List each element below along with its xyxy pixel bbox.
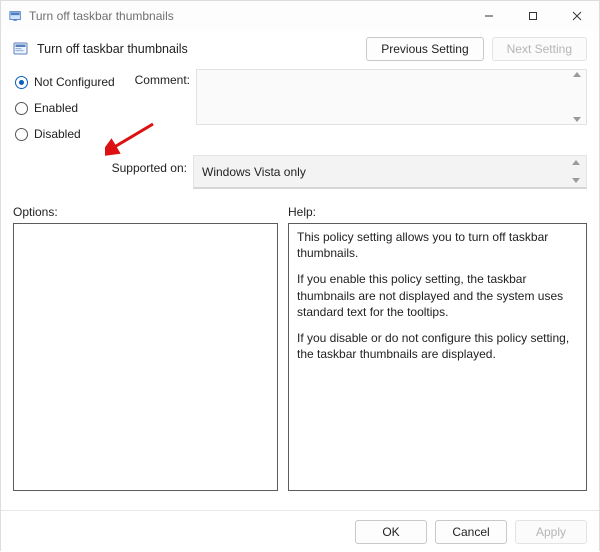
scroll-up-icon bbox=[573, 72, 581, 77]
radio-enabled[interactable]: Enabled bbox=[15, 95, 133, 121]
radio-label: Disabled bbox=[34, 127, 81, 141]
comment-label: Comment: bbox=[133, 69, 196, 87]
policy-title: Turn off taskbar thumbnails bbox=[37, 42, 188, 56]
radio-icon bbox=[15, 76, 28, 89]
titlebar: Turn off taskbar thumbnails bbox=[1, 1, 599, 31]
comment-textbox[interactable] bbox=[196, 69, 587, 125]
radio-icon bbox=[15, 102, 28, 115]
help-paragraph: If you enable this policy setting, the t… bbox=[297, 271, 578, 320]
supported-on-label: Supported on: bbox=[13, 155, 193, 189]
help-paragraph: This policy setting allows you to turn o… bbox=[297, 229, 578, 261]
radio-label: Not Configured bbox=[34, 75, 115, 89]
supported-on-value: Windows Vista only bbox=[202, 165, 306, 179]
scroll-up-icon bbox=[572, 160, 580, 165]
ok-button[interactable]: OK bbox=[355, 520, 427, 544]
help-paragraph: If you disable or do not configure this … bbox=[297, 330, 578, 362]
policy-icon bbox=[13, 41, 29, 57]
header-row: Turn off taskbar thumbnails Previous Set… bbox=[1, 31, 599, 69]
scrollbar[interactable] bbox=[569, 160, 583, 183]
options-label: Options: bbox=[13, 205, 288, 219]
dialog-footer: OK Cancel Apply bbox=[1, 510, 599, 552]
apply-button[interactable]: Apply bbox=[515, 520, 587, 544]
previous-setting-button[interactable]: Previous Setting bbox=[366, 37, 483, 61]
radio-icon bbox=[15, 128, 28, 141]
radio-label: Enabled bbox=[34, 101, 78, 115]
app-icon bbox=[9, 9, 23, 23]
close-button[interactable] bbox=[555, 1, 599, 31]
help-label: Help: bbox=[288, 205, 587, 219]
scrollbar[interactable] bbox=[570, 72, 584, 122]
options-panel bbox=[13, 223, 278, 491]
help-panel: This policy setting allows you to turn o… bbox=[288, 223, 587, 491]
supported-on-field: Windows Vista only bbox=[193, 155, 587, 189]
minimize-button[interactable] bbox=[467, 1, 511, 31]
radio-not-configured[interactable]: Not Configured bbox=[15, 69, 133, 95]
scroll-down-icon bbox=[573, 117, 581, 122]
window-title: Turn off taskbar thumbnails bbox=[29, 9, 174, 23]
maximize-button[interactable] bbox=[511, 1, 555, 31]
cancel-button[interactable]: Cancel bbox=[435, 520, 507, 544]
radio-disabled[interactable]: Disabled bbox=[15, 121, 133, 147]
scroll-down-icon bbox=[572, 178, 580, 183]
next-setting-button[interactable]: Next Setting bbox=[492, 37, 587, 61]
